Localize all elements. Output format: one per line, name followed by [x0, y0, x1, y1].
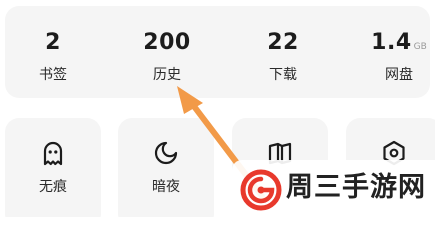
watermark: 周三手游网 — [232, 160, 435, 217]
watermark-text: 周三手游网 — [286, 172, 426, 203]
stat-label: 网盘 — [385, 67, 413, 83]
tile-incognito[interactable]: 无痕 — [5, 118, 101, 217]
stat-value: 2 — [45, 30, 61, 55]
stat-unit: GB — [413, 42, 427, 52]
stat-value: 22 — [267, 30, 299, 55]
stat-value: 1.4 GB — [371, 30, 427, 55]
stat-label: 下载 — [269, 67, 297, 83]
stat-value: 200 — [143, 30, 191, 55]
ghost-icon — [38, 138, 68, 168]
stats-card: 2 书签 200 历史 22 下载 1.4 GB 网盘 — [5, 6, 430, 98]
tile-label: 暗夜 — [152, 179, 180, 195]
stat-label: 历史 — [153, 67, 181, 83]
tile-label: 无痕 — [39, 179, 67, 195]
moon-icon — [151, 138, 181, 168]
stat-label: 书签 — [39, 67, 67, 83]
tile-night-mode[interactable]: 暗夜 — [118, 118, 214, 217]
watermark-logo — [240, 169, 282, 215]
page: 2 书签 200 历史 22 下载 1.4 GB 网盘 无痕 暗夜 周三手游网 — [0, 0, 435, 217]
